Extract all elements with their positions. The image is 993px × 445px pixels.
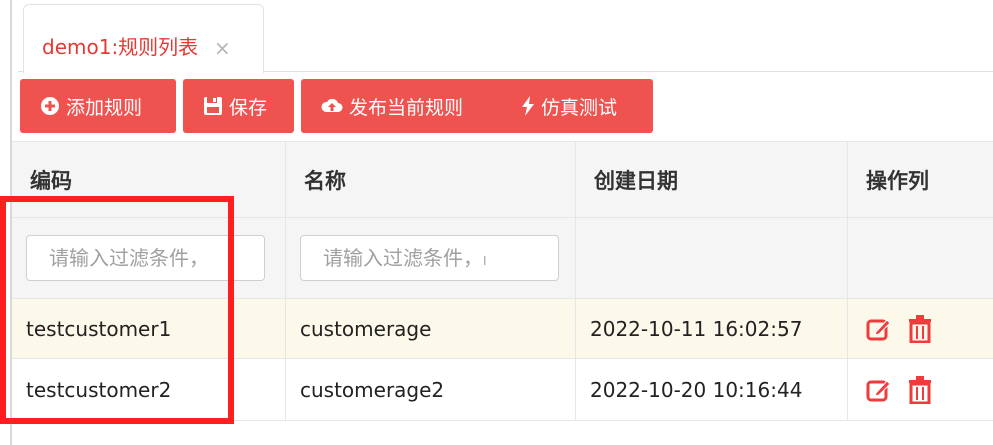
- plus-circle-icon: [40, 96, 60, 116]
- edit-icon[interactable]: [866, 316, 892, 342]
- app-frame: demo1:规则列表 × 添加规则 保存 发布当前规则 仿真测试 编码 名称 创…: [0, 0, 993, 445]
- close-icon[interactable]: ×: [214, 38, 231, 58]
- cell-name: customerage: [286, 299, 576, 358]
- trash-icon[interactable]: [908, 375, 932, 404]
- simulate-test-button[interactable]: 仿真测试: [521, 79, 617, 133]
- rule-table: 编码 名称 创建日期 操作列 testcustomer1 customerage…: [12, 141, 993, 421]
- filter-cell-created: [576, 218, 848, 298]
- column-header-name[interactable]: 名称: [286, 142, 576, 217]
- cloud-upload-icon: [321, 96, 343, 116]
- save-button[interactable]: 保存: [183, 79, 294, 133]
- floppy-disk-icon: [203, 96, 223, 116]
- cell-created: 2022-10-20 10:16:44: [576, 359, 848, 420]
- lightning-icon: [521, 96, 535, 116]
- column-header-created[interactable]: 创建日期: [576, 142, 848, 217]
- filter-input-name[interactable]: [300, 235, 559, 281]
- publish-rule-button[interactable]: 发布当前规则: [321, 93, 463, 120]
- save-label: 保存: [229, 96, 268, 119]
- cell-actions: [848, 359, 993, 420]
- cell-actions: [848, 299, 993, 358]
- publish-rule-label: 发布当前规则: [349, 96, 464, 119]
- publish-group: 发布当前规则 仿真测试: [301, 79, 653, 133]
- cell-name: customerage2: [286, 359, 576, 420]
- column-header-actions: 操作列: [866, 168, 929, 193]
- add-rule-label: 添加规则: [66, 96, 143, 119]
- simulate-test-label: 仿真测试: [541, 96, 618, 119]
- tab-bar: demo1:规则列表 ×: [18, 0, 993, 73]
- cell-created: 2022-10-11 16:02:57: [576, 299, 848, 358]
- edit-icon[interactable]: [866, 377, 892, 403]
- trash-icon[interactable]: [908, 314, 932, 343]
- filter-cell-name: [286, 218, 576, 298]
- add-rule-button[interactable]: 添加规则: [20, 79, 176, 133]
- tab-label: demo1:规则列表: [42, 35, 199, 59]
- filter-cell-actions: [848, 218, 993, 298]
- highlight-box: [0, 196, 234, 424]
- tab-rule-list[interactable]: demo1:规则列表 ×: [23, 4, 264, 73]
